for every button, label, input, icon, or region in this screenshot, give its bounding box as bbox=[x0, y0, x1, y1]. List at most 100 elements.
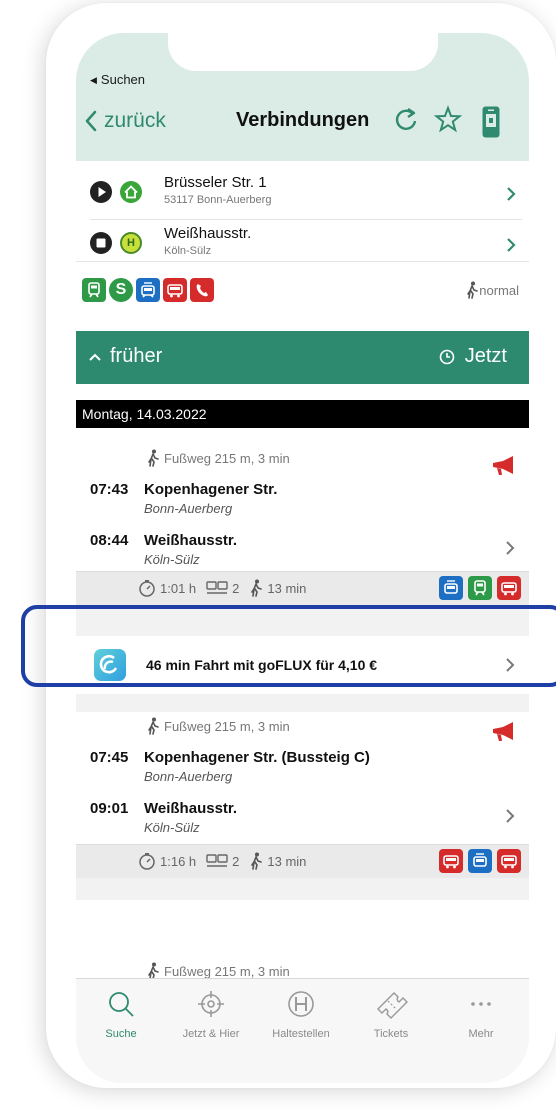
clock-icon bbox=[439, 349, 455, 364]
stop-square-icon bbox=[90, 232, 112, 254]
ticket-icon bbox=[377, 992, 408, 1019]
crosshair-icon bbox=[198, 991, 224, 1017]
destination-sub: Köln-Sülz bbox=[164, 245, 212, 257]
departure-city: Bonn-Auerberg bbox=[144, 501, 233, 516]
tab-label: Jetzt & Hier bbox=[182, 1028, 240, 1040]
connection-summary: 1:01 h 2 13 min bbox=[76, 571, 529, 605]
tab-label: Haltestellen bbox=[272, 1028, 330, 1040]
refresh-button[interactable] bbox=[393, 105, 419, 138]
device-button[interactable] bbox=[481, 105, 501, 144]
mode-icons bbox=[439, 849, 521, 873]
train-icon[interactable] bbox=[82, 278, 106, 302]
phone-taxi-icon[interactable] bbox=[190, 278, 214, 302]
walk-text: Fußweg 215 m, 3 min bbox=[164, 450, 290, 466]
tab-label: Suche bbox=[105, 1028, 137, 1040]
route-panel: Brüsseler Str. 1 53117 Bonn-Auerberg H W… bbox=[76, 161, 529, 313]
bus-icon bbox=[439, 849, 463, 873]
chevron-up-icon bbox=[89, 353, 101, 361]
arrival-city: Köln-Sülz bbox=[144, 552, 200, 567]
earlier-button[interactable]: früher bbox=[88, 345, 162, 368]
departure-place: Kopenhagener Str. bbox=[144, 481, 278, 498]
origin-row[interactable]: Brüsseler Str. 1 53117 Bonn-Auerberg bbox=[90, 169, 522, 219]
departure-city: Bonn-Auerberg bbox=[144, 769, 233, 784]
walking-icon bbox=[251, 852, 263, 870]
alert-megaphone-icon[interactable] bbox=[491, 455, 517, 477]
tab-jetzt-hier[interactable]: Jetzt & Hier bbox=[166, 989, 256, 1040]
tab-suche[interactable]: Suche bbox=[76, 989, 166, 1040]
chevron-right-icon bbox=[507, 238, 516, 252]
walking-icon bbox=[467, 281, 479, 299]
now-button[interactable]: Jetzt bbox=[439, 345, 507, 368]
tram-icon bbox=[439, 576, 463, 600]
phone-notch bbox=[168, 33, 438, 71]
arrival-place: Weißhausstr. bbox=[144, 532, 238, 549]
star-icon bbox=[433, 105, 463, 133]
search-icon bbox=[109, 992, 134, 1017]
separator bbox=[76, 694, 529, 712]
summary-info: 1:01 h 2 13 min bbox=[138, 579, 306, 597]
mode-filter[interactable]: S bbox=[82, 278, 214, 302]
mobile-device-icon bbox=[482, 106, 500, 138]
bus-icon[interactable] bbox=[163, 278, 187, 302]
arrival-time: 08:44 bbox=[90, 532, 129, 549]
walk-speed-label: normal bbox=[479, 282, 519, 298]
connection-card[interactable]: Fußweg 215 m, 3 min 07:45 Kopenhagener S… bbox=[76, 712, 529, 878]
walk-minutes: 13 min bbox=[267, 853, 307, 869]
divider bbox=[76, 261, 529, 262]
duration: 1:01 h bbox=[160, 580, 197, 596]
tab-tickets[interactable]: Tickets bbox=[346, 989, 436, 1040]
separator bbox=[76, 878, 529, 900]
chevron-right-icon bbox=[506, 809, 515, 823]
transfers: 2 bbox=[232, 853, 240, 869]
walk-text: Fußweg 215 m, 3 min bbox=[164, 963, 290, 979]
departure-time: 07:45 bbox=[90, 749, 129, 766]
earlier-bar: früher Jetzt bbox=[76, 331, 529, 384]
connection-card[interactable]: Fußweg 215 m, 3 min 07:43 Kopenhagener S… bbox=[76, 435, 529, 605]
walking-icon bbox=[148, 449, 159, 467]
chevron-right-icon bbox=[506, 541, 515, 555]
walking-icon bbox=[251, 579, 263, 597]
destination-name: Weißhausstr. bbox=[164, 225, 252, 242]
earlier-label: früher bbox=[110, 345, 163, 367]
walk-info: Fußweg 215 m, 3 min bbox=[146, 717, 290, 735]
back-triangle-icon: ◀ bbox=[90, 75, 97, 85]
chevron-left-icon bbox=[85, 110, 97, 132]
walk-info: Fußweg 215 m, 3 min bbox=[146, 449, 290, 467]
departure-time: 07:43 bbox=[90, 481, 129, 498]
stop-h-icon bbox=[288, 991, 314, 1017]
tram-icon bbox=[468, 849, 492, 873]
origin-name: Brüsseler Str. 1 bbox=[164, 174, 267, 191]
walk-speed[interactable]: normal bbox=[465, 281, 519, 299]
transfers-icon bbox=[206, 581, 228, 594]
date-header: Montag, 14.03.2022 bbox=[76, 400, 529, 428]
walk-text: Fußweg 215 m, 3 min bbox=[164, 718, 290, 734]
s-bahn-icon[interactable]: S bbox=[109, 278, 133, 302]
home-icon bbox=[120, 181, 142, 203]
tab-mehr[interactable]: Mehr bbox=[436, 989, 526, 1040]
arrival-time: 09:01 bbox=[90, 800, 129, 817]
back-button[interactable]: zurück bbox=[84, 109, 166, 133]
origin-sub: 53117 Bonn-Auerberg bbox=[164, 194, 272, 206]
stop-h-icon: H bbox=[120, 232, 142, 254]
alert-megaphone-icon[interactable] bbox=[491, 721, 517, 743]
tram-icon[interactable] bbox=[136, 278, 160, 302]
highlight-box bbox=[21, 605, 556, 687]
refresh-icon bbox=[395, 108, 417, 130]
now-label: Jetzt bbox=[464, 345, 507, 367]
departure-place: Kopenhagener Str. (Bussteig C) bbox=[144, 749, 370, 766]
bus-icon bbox=[497, 849, 521, 873]
status-back-label: Suchen bbox=[100, 72, 146, 87]
status-back-link[interactable]: ◀ Suchen bbox=[90, 72, 145, 87]
stopwatch-icon bbox=[139, 853, 155, 870]
favorite-button[interactable] bbox=[433, 105, 463, 138]
arrival-place: Weißhausstr. bbox=[144, 800, 238, 817]
stopwatch-icon bbox=[139, 580, 155, 597]
page-title: Verbindungen bbox=[236, 109, 370, 131]
tab-label: Tickets bbox=[373, 1028, 409, 1040]
tab-label: Mehr bbox=[468, 1028, 494, 1040]
connection-summary: 1:16 h 2 13 min bbox=[76, 844, 529, 878]
arrival-city: Köln-Sülz bbox=[144, 820, 200, 835]
mode-icons bbox=[439, 576, 521, 600]
tab-haltestellen[interactable]: Haltestellen bbox=[256, 989, 346, 1040]
back-label: zurück bbox=[104, 109, 166, 132]
